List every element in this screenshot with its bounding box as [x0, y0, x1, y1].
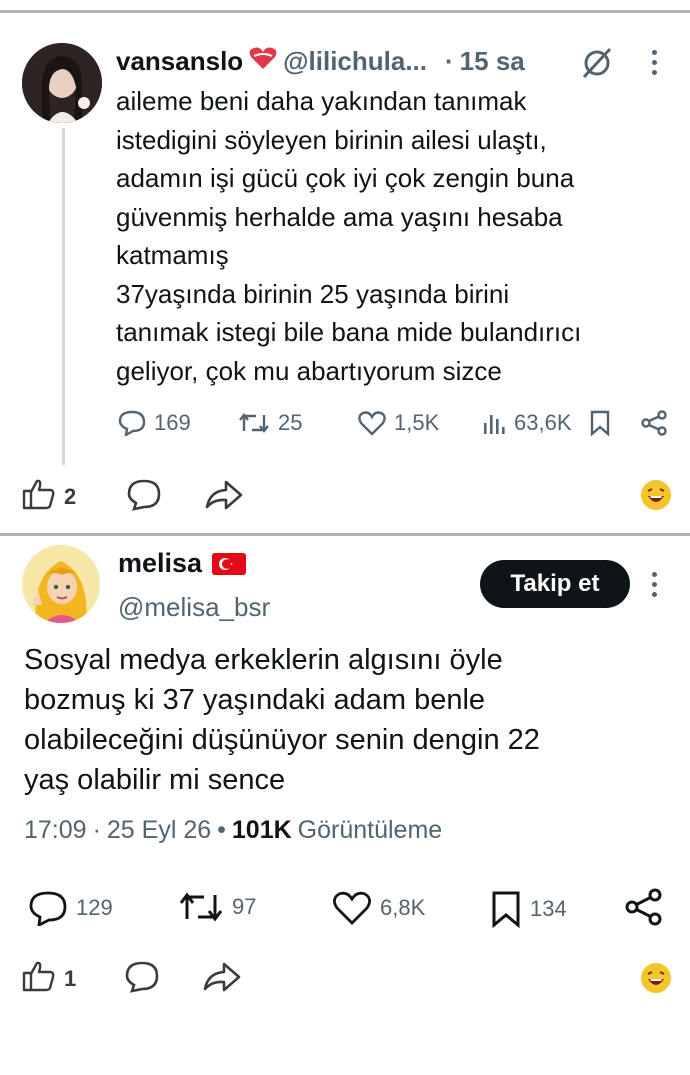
- bookmark-count: 134: [530, 896, 567, 921]
- thumbs-up-icon: [22, 478, 56, 516]
- heart-icon: [358, 410, 386, 436]
- bookmark-icon: [490, 890, 522, 928]
- reaction-like-button[interactable]: 2: [22, 478, 76, 516]
- top-divider: [0, 10, 690, 13]
- avatar[interactable]: [22, 43, 102, 123]
- section-divider: [0, 533, 690, 536]
- like-count: 1,5K: [394, 410, 440, 435]
- display-name[interactable]: melisa: [118, 548, 202, 579]
- turkey-flag-icon: [212, 552, 247, 575]
- bookmark-button[interactable]: [589, 410, 611, 436]
- reaction-count: 1: [64, 966, 77, 991]
- tweet-text: Sosyal medya erkeklerin algısını öyle bo…: [24, 644, 540, 796]
- tweet-date[interactable]: 25 Eyl 26: [107, 816, 211, 845]
- more-options-icon[interactable]: [651, 572, 657, 597]
- display-name[interactable]: vansanslo: [116, 46, 243, 77]
- tweet-meta: 17:09 · 25 Eyl 26 • 101K Görüntüleme: [24, 816, 442, 845]
- avatar[interactable]: [22, 545, 100, 623]
- reply-icon: [118, 410, 146, 436]
- forward-icon[interactable]: [204, 478, 244, 517]
- reply-button[interactable]: 169: [118, 410, 191, 436]
- repost-count: 97: [232, 894, 257, 919]
- views-button[interactable]: 63,6K: [482, 410, 572, 436]
- follow-button[interactable]: Takip et: [480, 560, 630, 608]
- reaction-count: 2: [64, 484, 77, 509]
- repost-icon: [178, 890, 224, 924]
- more-options-icon[interactable]: [651, 50, 657, 75]
- tweet-time[interactable]: 17:09: [24, 816, 87, 845]
- views-icon: [482, 411, 506, 435]
- meta-dot: ·: [92, 816, 101, 844]
- comment-icon[interactable]: [126, 478, 162, 517]
- tweet-header: melisa: [118, 548, 247, 579]
- repost-button[interactable]: 25: [238, 410, 302, 436]
- views-label: Görüntüleme: [297, 816, 443, 844]
- like-count: 6,8K: [380, 895, 426, 920]
- reaction-like-button[interactable]: 1: [22, 960, 76, 998]
- reply-count: 129: [76, 895, 113, 920]
- comment-icon[interactable]: [124, 960, 160, 999]
- reply-count: 169: [154, 410, 191, 435]
- share-button[interactable]: [624, 888, 664, 926]
- tweet-text: aileme beni daha yakından tanımak istedi…: [116, 86, 582, 386]
- repost-icon: [238, 411, 270, 435]
- repost-count: 25: [278, 410, 303, 435]
- grok-icon[interactable]: [580, 46, 614, 80]
- like-button[interactable]: 1,5K: [358, 410, 439, 436]
- reply-button[interactable]: 129: [28, 890, 113, 926]
- meta-bullet: •: [217, 816, 226, 844]
- laughing-emoji-icon[interactable]: [641, 480, 671, 510]
- thread-line: [62, 128, 65, 465]
- heart-icon: [332, 890, 372, 926]
- separator-dot: ·: [445, 46, 454, 76]
- tweet-header: vansanslo @lilichula... · 15 sa: [116, 46, 525, 77]
- like-button[interactable]: 6,8K: [332, 890, 425, 926]
- handle[interactable]: @melisa_bsr: [118, 592, 270, 623]
- laughing-emoji-icon[interactable]: [641, 963, 671, 993]
- share-icon: [624, 888, 664, 926]
- share-icon: [640, 410, 668, 436]
- views-count: 101K: [231, 816, 292, 844]
- share-button[interactable]: [640, 410, 668, 436]
- reply-icon: [28, 890, 68, 926]
- timestamp[interactable]: 15 sa: [460, 46, 525, 77]
- bookmark-button[interactable]: 134: [490, 890, 567, 928]
- bookmark-icon: [589, 410, 611, 436]
- views-count: 63,6K: [514, 410, 572, 435]
- handle[interactable]: @lilichula...: [283, 46, 427, 77]
- forward-icon[interactable]: [202, 960, 242, 999]
- thumbs-up-icon: [22, 960, 56, 998]
- heart-badge-icon: [249, 46, 277, 77]
- repost-button[interactable]: 97: [178, 890, 256, 924]
